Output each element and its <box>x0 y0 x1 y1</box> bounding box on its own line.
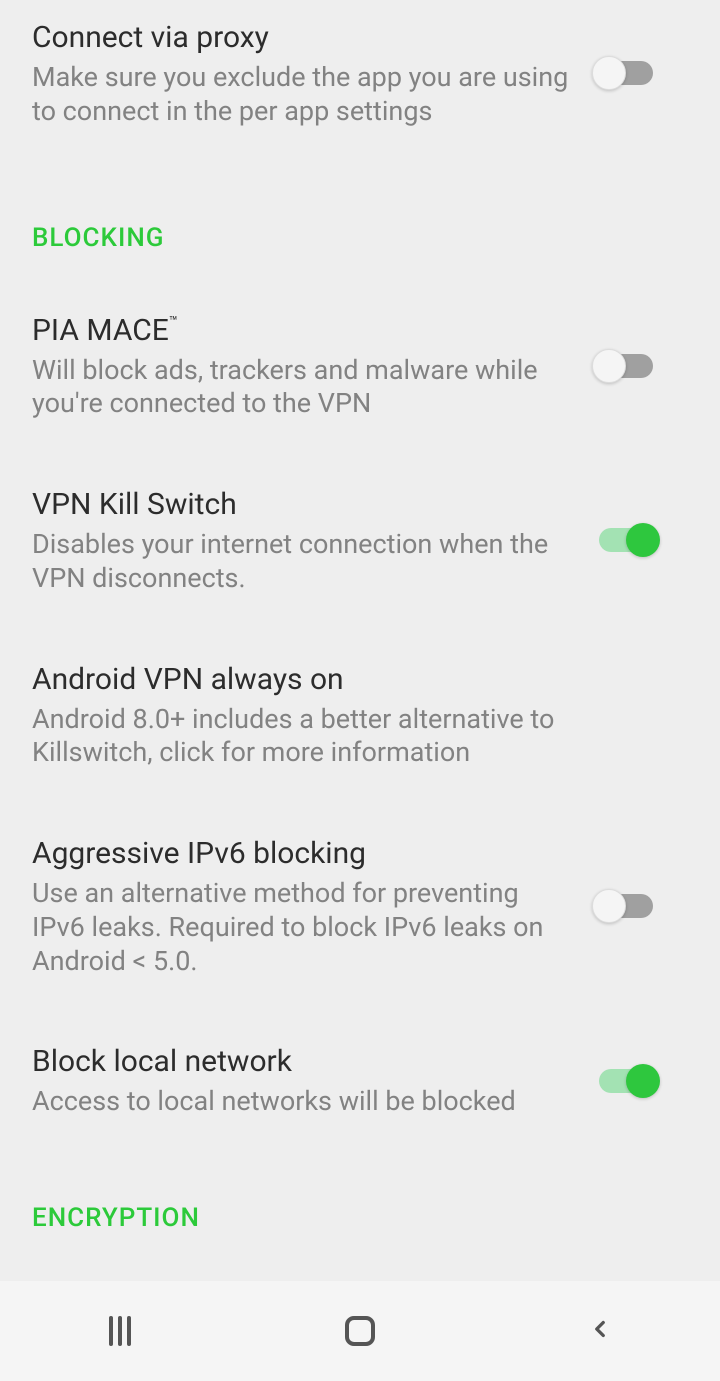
toggle-switch <box>592 521 660 559</box>
setting-text: Connect via proxy Make sure you exclude … <box>32 18 592 129</box>
setting-title: Block local network <box>32 1042 572 1081</box>
setting-text: Block local network Access to local netw… <box>32 1042 592 1119</box>
setting-text: Aggressive IPv6 blocking Use an alternat… <box>32 834 592 978</box>
section-header-encryption: ENCRYPTION <box>0 1163 720 1271</box>
setting-title: PIA MACE™ <box>32 311 572 350</box>
recent-apps-button[interactable] <box>60 1301 180 1361</box>
setting-title: Android VPN always on <box>32 660 572 699</box>
toggle-connect-via-proxy[interactable] <box>592 54 660 92</box>
setting-desc: Make sure you exclude the app you are us… <box>32 61 572 129</box>
setting-desc: Will block ads, trackers and malware whi… <box>32 354 572 422</box>
setting-title: VPN Kill Switch <box>32 485 572 524</box>
setting-aggressive-ipv6-blocking[interactable]: Aggressive IPv6 blocking Use an alternat… <box>0 814 720 1022</box>
toggle-vpn-kill-switch[interactable] <box>592 521 660 559</box>
back-icon <box>587 1316 613 1346</box>
setting-desc: Android 8.0+ includes a better alternati… <box>32 703 572 771</box>
toggle-switch <box>592 347 660 385</box>
section-header-blocking: BLOCKING <box>0 173 720 291</box>
home-icon <box>345 1316 375 1346</box>
toggle-aggressive-ipv6-blocking[interactable] <box>592 887 660 925</box>
setting-vpn-kill-switch[interactable]: VPN Kill Switch Disables your internet c… <box>0 465 720 640</box>
setting-pia-mace[interactable]: PIA MACE™ Will block ads, trackers and m… <box>0 291 720 466</box>
toggle-pia-mace[interactable] <box>592 347 660 385</box>
setting-title: Aggressive IPv6 blocking <box>32 834 572 873</box>
setting-connect-via-proxy[interactable]: Connect via proxy Make sure you exclude … <box>0 0 720 173</box>
recent-apps-icon <box>109 1316 131 1346</box>
setting-desc: Disables your internet connection when t… <box>32 528 572 596</box>
settings-list: Connect via proxy Make sure you exclude … <box>0 0 720 1281</box>
setting-text: PIA MACE™ Will block ads, trackers and m… <box>32 311 592 422</box>
toggle-switch <box>592 1062 660 1100</box>
setting-text: Android VPN always on Android 8.0+ inclu… <box>32 660 592 771</box>
toggle-switch <box>592 54 660 92</box>
back-button[interactable] <box>540 1301 660 1361</box>
setting-text: VPN Kill Switch Disables your internet c… <box>32 485 592 596</box>
setting-desc: Access to local networks will be blocked <box>32 1085 572 1119</box>
home-button[interactable] <box>300 1301 420 1361</box>
android-nav-bar <box>0 1281 720 1381</box>
toggle-switch <box>592 887 660 925</box>
setting-desc: Use an alternative method for preventing… <box>32 877 572 978</box>
setting-android-vpn-always-on[interactable]: Android VPN always on Android 8.0+ inclu… <box>0 640 720 815</box>
setting-title: Connect via proxy <box>32 18 572 57</box>
setting-block-local-network[interactable]: Block local network Access to local netw… <box>0 1022 720 1163</box>
toggle-block-local-network[interactable] <box>592 1062 660 1100</box>
